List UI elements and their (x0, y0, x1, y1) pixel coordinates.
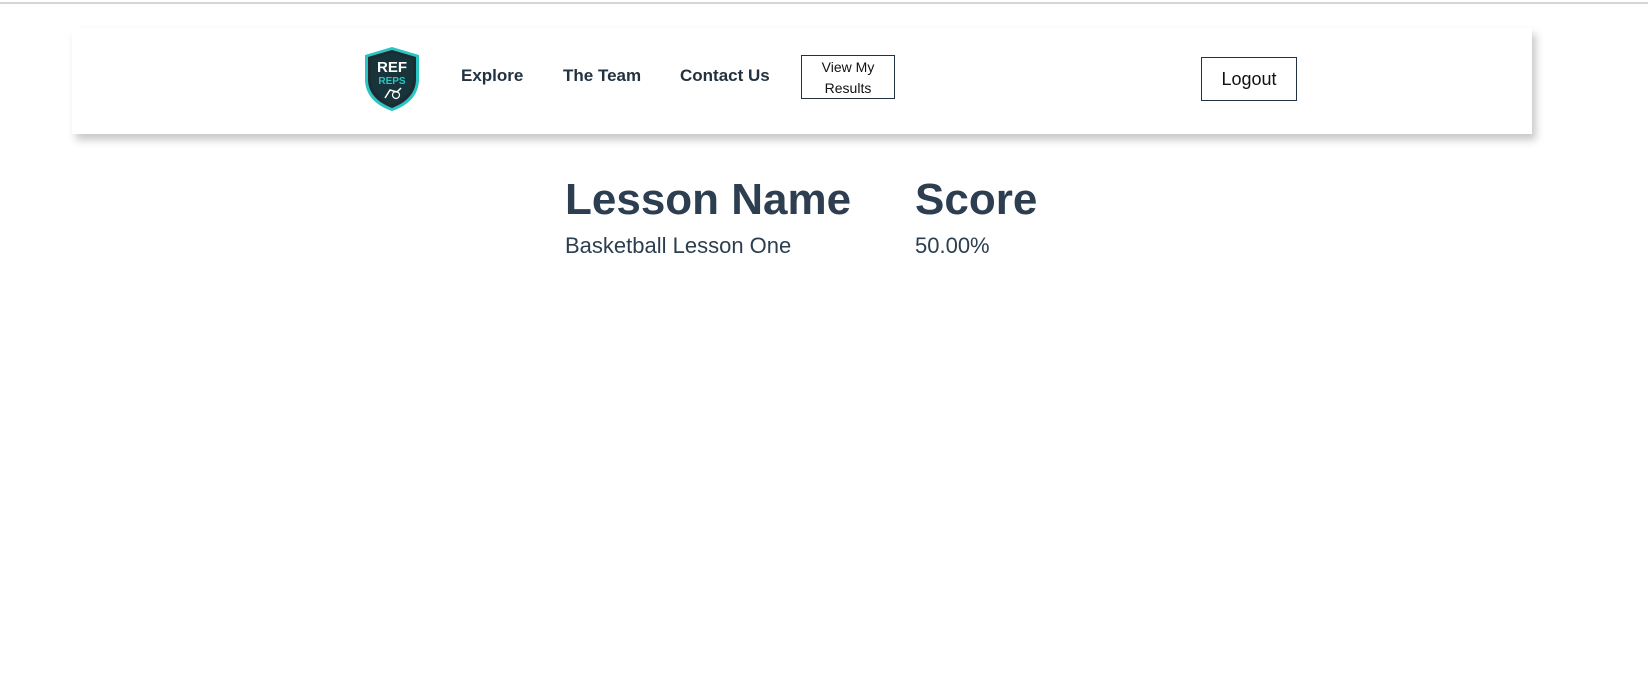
results-button-line2: Results (824, 80, 872, 96)
score-header: Score (915, 175, 1038, 224)
nav-contact-us[interactable]: Contact Us (680, 66, 770, 86)
top-divider (0, 2, 1648, 4)
logout-button[interactable]: Logout (1201, 57, 1297, 101)
nav-the-team[interactable]: The Team (563, 66, 641, 86)
lesson-name-header: Lesson Name (565, 175, 852, 224)
table-row: Basketball Lesson One 50.00% (565, 232, 1037, 260)
navbar: REF REPS Explore The Team Contact Us Vie… (72, 28, 1532, 134)
results-button-line1: View My (821, 59, 875, 75)
results-table: Lesson Name Score Basketball Lesson One … (565, 172, 1037, 260)
nav-explore[interactable]: Explore (461, 66, 523, 86)
shield-icon: REF REPS (365, 47, 419, 111)
svg-text:REF: REF (377, 59, 407, 76)
lesson-name-cell: Basketball Lesson One (565, 233, 792, 258)
results-header-row: Lesson Name Score (565, 172, 1037, 228)
svg-text:REPS: REPS (378, 76, 406, 87)
ref-reps-logo[interactable]: REF REPS (363, 46, 421, 112)
score-cell: 50.00% (915, 233, 990, 258)
view-my-results-button[interactable]: View My Results (801, 55, 895, 99)
